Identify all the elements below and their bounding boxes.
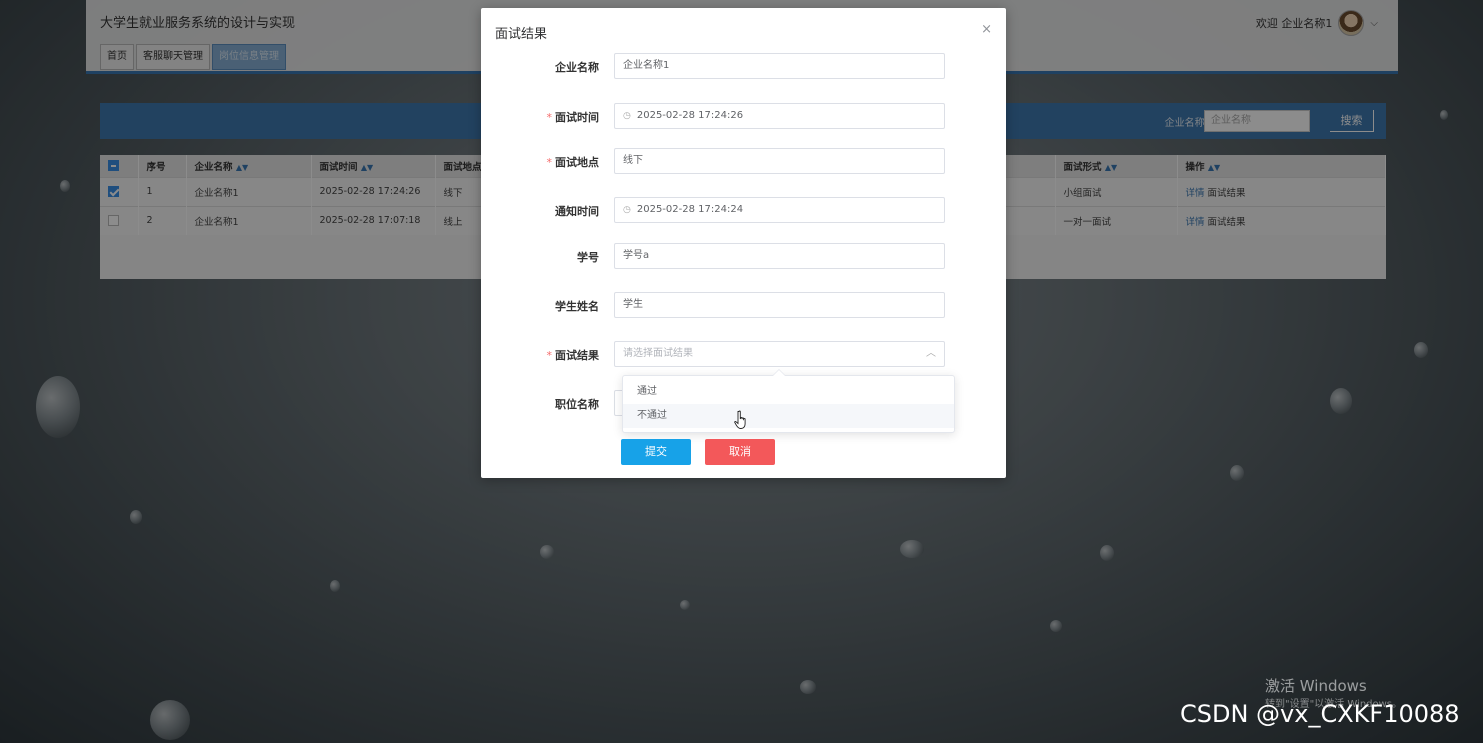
student-name-label: 学生姓名 [555,300,599,313]
form-row-notify-time: 通知时间 ◷ 2025-02-28 17:24:24 [481,197,1006,225]
student-id-label: 学号 [577,251,599,264]
activate-windows-text: 激活 Windows [1265,677,1367,695]
form-row-interview-time: * 面试时间 ◷ 2025-02-28 17:24:26 [481,103,1006,131]
required-mark: * [546,349,553,362]
interview-time-label: 面试时间 [555,111,599,124]
form-row-result: * 面试结果 请选择面试结果 ︿ [481,341,1006,369]
clock-icon: ◷ [623,205,631,215]
submit-button[interactable]: 提交 [621,439,691,465]
required-mark: * [546,156,553,169]
interview-time-field[interactable]: ◷ 2025-02-28 17:24:26 [614,103,945,129]
company-field[interactable]: 企业名称1 [614,53,945,79]
student-name-field[interactable]: 学生 [614,292,945,318]
chevron-up-icon: ︿ [926,348,936,359]
option-fail[interactable]: 不通过 [623,404,954,428]
form-row-company: 企业名称 企业名称1 [481,53,1006,81]
result-label: 面试结果 [555,349,599,362]
notify-time-value: 2025-02-28 17:24:24 [636,204,744,215]
option-pass[interactable]: 通过 [623,380,954,404]
hand-cursor-icon [734,410,746,429]
notify-time-field[interactable]: ◷ 2025-02-28 17:24:24 [614,197,945,223]
clock-icon: ◷ [623,111,631,121]
form-row-student-id: 学号 学号a [481,243,1006,271]
interview-place-field[interactable]: 线下 [614,148,945,174]
result-dropdown: 通过 不通过 [622,375,955,433]
required-mark: * [546,111,553,124]
notify-time-label: 通知时间 [555,205,599,218]
position-label: 职位名称 [555,398,599,411]
result-placeholder: 请选择面试结果 [623,348,693,359]
company-label: 企业名称 [555,61,599,74]
dialog-title: 面试结果 [495,27,548,42]
cancel-button[interactable]: 取消 [705,439,775,465]
interview-time-value: 2025-02-28 17:24:26 [636,110,744,121]
close-icon[interactable]: × [981,22,992,37]
csdn-watermark: CSDN @vx_CXKF10088 [1180,700,1460,728]
result-select[interactable]: 请选择面试结果 ︿ [614,341,945,367]
interview-place-label: 面试地点 [555,156,599,169]
student-id-field[interactable]: 学号a [614,243,945,269]
form-row-interview-place: * 面试地点 线下 [481,148,1006,176]
form-row-student-name: 学生姓名 学生 [481,292,1006,320]
